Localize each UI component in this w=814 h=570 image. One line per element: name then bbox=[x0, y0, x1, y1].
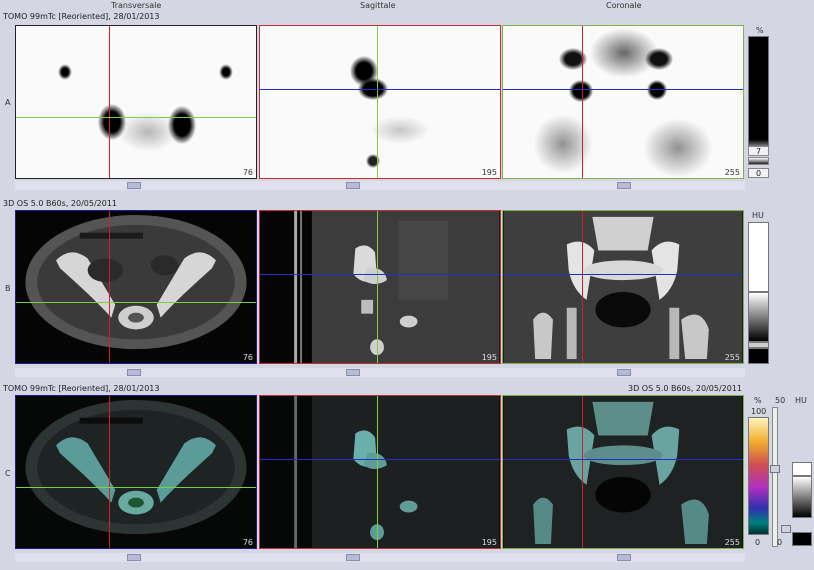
slice-number: 195 bbox=[481, 168, 497, 177]
scale-a-window-handle[interactable] bbox=[748, 157, 769, 165]
viewport-b-coronal[interactable]: 255 bbox=[502, 210, 744, 364]
row-c-title: TOMO 99mTc [Reoriented], 28/01/2013 bbox=[3, 384, 160, 393]
scale-c-pct-unit: % bbox=[754, 396, 762, 405]
scale-c-hu-min: 0 bbox=[777, 538, 783, 547]
row-c-coronal-slider[interactable] bbox=[617, 554, 631, 561]
row-a-scroll-track bbox=[15, 181, 745, 190]
slice-number: 76 bbox=[242, 168, 253, 177]
row-a-transverse-slider[interactable] bbox=[127, 182, 141, 189]
scale-c-hu-upper-band bbox=[792, 462, 812, 476]
scale-a-colorbar[interactable] bbox=[748, 36, 769, 146]
row-a-coronal-slider[interactable] bbox=[617, 182, 631, 189]
viewport-a-coronal[interactable]: 255 bbox=[502, 25, 744, 179]
scale-c-color-colorbar[interactable] bbox=[748, 417, 769, 535]
column-header-transversale: Transversale bbox=[111, 1, 162, 10]
slice-number: 195 bbox=[481, 538, 497, 547]
slice-number: 255 bbox=[724, 168, 740, 177]
scale-c-hu-slider-thumb[interactable] bbox=[781, 525, 791, 533]
viewport-c-transverse[interactable]: 76 bbox=[15, 395, 257, 549]
scale-c-hu-unit: HU bbox=[795, 396, 807, 405]
row-b-letter: B bbox=[5, 284, 11, 293]
scale-a-upper-value[interactable]: 7 bbox=[748, 146, 769, 156]
viewport-c-coronal[interactable]: 255 bbox=[502, 395, 744, 549]
row-a-title: TOMO 99mTc [Reoriented], 28/01/2013 bbox=[3, 12, 160, 21]
slice-number: 76 bbox=[242, 538, 253, 547]
row-c-scroll-track bbox=[15, 553, 745, 562]
slice-number: 76 bbox=[242, 353, 253, 362]
scale-a-unit: % bbox=[756, 26, 764, 35]
scale-b-unit: HU bbox=[752, 211, 764, 220]
viewport-b-transverse[interactable]: 76 bbox=[15, 210, 257, 364]
row-c-sagittal-slider[interactable] bbox=[346, 554, 360, 561]
scale-c-hu-lower-band bbox=[792, 532, 812, 546]
viewport-c-sagittal[interactable]: 195 bbox=[259, 395, 501, 549]
column-header-coronale: Coronale bbox=[606, 1, 642, 10]
row-c-title-right: 3D OS 5.0 B60s, 20/05/2011 bbox=[628, 384, 743, 393]
slice-number: 255 bbox=[724, 538, 740, 547]
scale-c-window-value: 50 bbox=[775, 396, 786, 405]
scale-b-colorbar[interactable] bbox=[748, 292, 769, 342]
row-a-sagittal-slider[interactable] bbox=[346, 182, 360, 189]
row-a-letter: A bbox=[5, 98, 11, 107]
scale-a-lower-value[interactable]: 0 bbox=[748, 168, 769, 178]
scale-c-hu-colorbar[interactable] bbox=[792, 476, 812, 518]
row-b-transverse-slider[interactable] bbox=[127, 369, 141, 376]
row-c-transverse-slider[interactable] bbox=[127, 554, 141, 561]
scale-b-upper-band bbox=[748, 222, 769, 292]
row-b-sagittal-slider[interactable] bbox=[346, 369, 360, 376]
scale-c-pct-min: 0 bbox=[755, 538, 761, 547]
row-b-coronal-slider[interactable] bbox=[617, 369, 631, 376]
scale-c-pct-max: 100 bbox=[751, 407, 767, 416]
row-b-title: 3D OS 5.0 B60s, 20/05/2011 bbox=[3, 199, 118, 208]
scale-c-opacity-slider-thumb[interactable] bbox=[770, 465, 780, 473]
viewport-a-sagittal[interactable]: 195 bbox=[259, 25, 501, 179]
slice-number: 195 bbox=[481, 353, 497, 362]
row-c-letter: C bbox=[5, 469, 11, 478]
viewport-b-sagittal[interactable]: 195 bbox=[259, 210, 501, 364]
scale-b-lower-band bbox=[748, 348, 769, 364]
column-header-sagittale: Sagittale bbox=[360, 1, 396, 10]
viewport-a-transverse[interactable]: 76 bbox=[15, 25, 257, 179]
slice-number: 255 bbox=[724, 353, 740, 362]
scale-c-opacity-slider-track[interactable] bbox=[772, 407, 778, 547]
row-b-scroll-track bbox=[15, 368, 745, 377]
